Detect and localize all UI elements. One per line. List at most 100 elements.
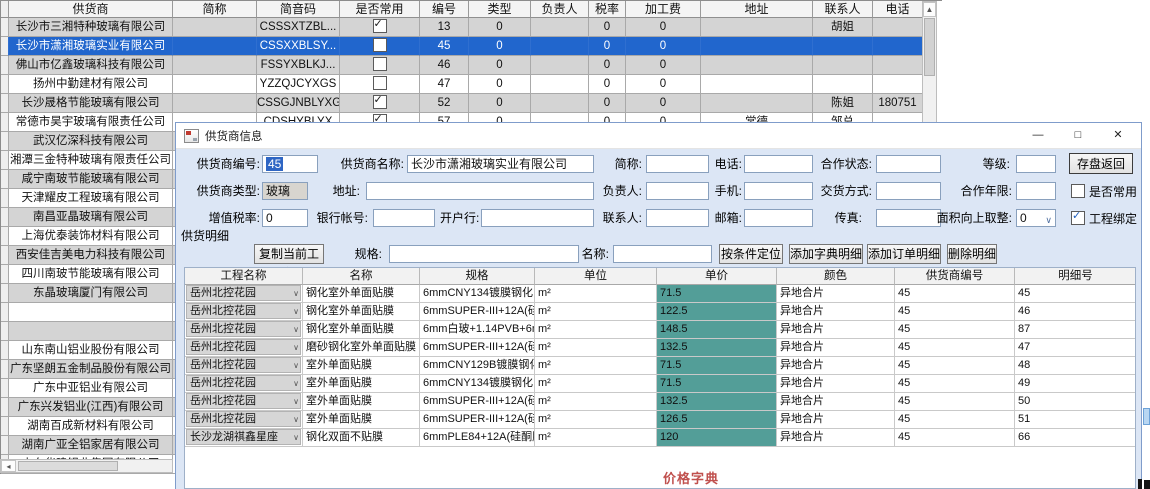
grid-row[interactable]: 岳州北控花园∨室外单面贴膜6mmCNY129B镀膜钢化m²71.5异地合片454… <box>185 357 1135 375</box>
grid-cell-detail_no[interactable]: 66 <box>1015 429 1136 447</box>
chevron-down-icon[interactable]: ∨ <box>293 323 299 337</box>
bank_branch-input[interactable] <box>481 209 594 227</box>
grid-cell-spec[interactable]: 6mm白玻+1.14PVB+6mm... <box>420 321 535 339</box>
grid-cell-color[interactable]: 异地合片 <box>777 321 895 339</box>
grid-cell-detail_no[interactable]: 45 <box>1015 285 1136 303</box>
table-row[interactable]: 长沙市潇湘玻璃实业有限公司CSSXXBLSY...45000 <box>1 37 942 56</box>
grid-cell-unit[interactable]: m² <box>535 357 657 375</box>
vscroll-thumb[interactable] <box>924 18 935 76</box>
project-combobox[interactable]: 岳州北控花园∨ <box>186 339 301 355</box>
grid-cell-price[interactable]: 120 <box>657 429 777 447</box>
grid-row[interactable]: 岳州北控花园∨室外单面贴膜6mmSUPER-III+12A(硅...m²132.… <box>185 393 1135 411</box>
grid-cell-spec[interactable]: 6mmSUPER-III+12A(硅... <box>420 339 535 357</box>
chevron-down-icon[interactable]: ∨ <box>293 377 299 391</box>
grid-cell-price[interactable]: 148.5 <box>657 321 777 339</box>
grid-cell-project[interactable]: 岳州北控花园∨ <box>185 303 303 321</box>
checked-checkbox-icon[interactable] <box>373 95 387 109</box>
grid-cell-spec[interactable]: 6mmCNY129B镀膜钢化 <box>420 357 535 375</box>
grid-cell-detail_no[interactable]: 47 <box>1015 339 1136 357</box>
delivery_method-input[interactable] <box>876 182 941 200</box>
checked-checkbox-icon[interactable] <box>373 19 387 33</box>
grid-row[interactable]: 岳州北控花园∨室外单面贴膜6mmCNY134镀膜钢化m²71.5异地合片4549 <box>185 375 1135 393</box>
grid-cell-name[interactable]: 室外单面贴膜 <box>303 393 420 411</box>
grid-cell-project[interactable]: 岳州北控花园∨ <box>185 339 303 357</box>
minimize-icon[interactable]: — <box>1021 123 1055 147</box>
coop_years-input[interactable] <box>1016 182 1056 200</box>
grid-cell-supplier_no[interactable]: 45 <box>895 357 1015 375</box>
col-header-no[interactable]: 编号 <box>420 1 469 18</box>
chevron-down-icon[interactable]: ∨ <box>293 413 299 427</box>
project-combobox[interactable]: 岳州北控花园∨ <box>186 375 301 391</box>
behind-scroll-thumb[interactable] <box>1143 408 1150 425</box>
grid-cell-color[interactable]: 异地合片 <box>777 303 895 321</box>
grid-col-header-detail_no[interactable]: 明细号 <box>1015 268 1136 285</box>
area_round_up-dropdown[interactable]: 0 <box>1016 209 1056 227</box>
supplier-table-hscrollbar[interactable]: ◂ <box>0 459 173 473</box>
grid-col-header-color[interactable]: 颜色 <box>777 268 895 285</box>
grid-cell-price[interactable]: 122.5 <box>657 303 777 321</box>
maximize-icon[interactable]: □ <box>1061 123 1095 147</box>
abbr-input[interactable] <box>646 155 709 173</box>
is_common-checkbox[interactable]: 是否常用 <box>1071 182 1137 200</box>
grid-cell-color[interactable]: 异地合片 <box>777 375 895 393</box>
project_bind-checkbox[interactable]: 工程绑定 <box>1071 209 1137 227</box>
unchecked-checkbox-icon[interactable] <box>373 57 387 71</box>
grid-cell-spec[interactable]: 6mmSUPER-III+12A(硅... <box>420 393 535 411</box>
chevron-down-icon[interactable]: ∨ <box>293 359 299 373</box>
grid-cell-detail_no[interactable]: 49 <box>1015 375 1136 393</box>
grid-cell-price[interactable]: 132.5 <box>657 393 777 411</box>
project-combobox[interactable]: 岳州北控花园∨ <box>186 411 301 427</box>
col-header-common[interactable]: 是否常用 <box>340 1 420 18</box>
add-order-detail-button[interactable]: 添加订单明细 <box>867 244 941 264</box>
grid-cell-supplier_no[interactable]: 45 <box>895 393 1015 411</box>
col-header-contact[interactable]: 联系人 <box>813 1 873 18</box>
grid-cell-detail_no[interactable]: 46 <box>1015 303 1136 321</box>
grid-cell-color[interactable]: 异地合片 <box>777 339 895 357</box>
grid-cell-price[interactable]: 71.5 <box>657 357 777 375</box>
grid-cell-unit[interactable]: m² <box>535 411 657 429</box>
project-combobox[interactable]: 岳州北控花园∨ <box>186 285 301 301</box>
grid-cell-unit[interactable]: m² <box>535 339 657 357</box>
leader-input[interactable] <box>646 182 709 200</box>
table-row[interactable]: 扬州中勤建材有限公司YZZQJCYXGS47000 <box>1 75 942 94</box>
chevron-down-icon[interactable]: ∨ <box>293 395 299 409</box>
grid-cell-detail_no[interactable]: 50 <box>1015 393 1136 411</box>
hscroll-thumb[interactable] <box>18 461 118 471</box>
grid-cell-unit[interactable]: m² <box>535 393 657 411</box>
project-combobox[interactable]: 长沙龙湖祺鑫星座∨ <box>186 429 301 445</box>
col-header-type[interactable]: 类型 <box>469 1 531 18</box>
col-header-phone[interactable]: 电话 <box>873 1 923 18</box>
delete-detail-button[interactable]: 删除明细 <box>947 244 997 264</box>
copy-current-project-button[interactable]: 复制当前工程 <box>254 244 324 264</box>
grid-row[interactable]: 长沙龙湖祺鑫星座∨钢化双面不贴膜6mmPLE84+12A(硅酮胶...m²120… <box>185 429 1135 447</box>
grid-cell-spec[interactable]: 6mmPLE84+12A(硅酮胶... <box>420 429 535 447</box>
email-input[interactable] <box>744 209 813 227</box>
grid-col-header-spec[interactable]: 规格 <box>420 268 535 285</box>
grid-cell-unit[interactable]: m² <box>535 375 657 393</box>
project-combobox[interactable]: 岳州北控花园∨ <box>186 303 301 319</box>
grid-col-header-price[interactable]: 单价 <box>657 268 777 285</box>
grid-cell-supplier_no[interactable]: 45 <box>895 285 1015 303</box>
chevron-down-icon[interactable]: ∨ <box>293 287 299 301</box>
grid-cell-price[interactable]: 71.5 <box>657 285 777 303</box>
grid-cell-name[interactable]: 钢化室外单面贴膜 <box>303 285 420 303</box>
grid-row[interactable]: 岳州北控花园∨钢化室外单面贴膜6mmSUPER-III+12A(硅...m²12… <box>185 303 1135 321</box>
grid-cell-color[interactable]: 异地合片 <box>777 393 895 411</box>
grid-row[interactable]: 岳州北控花园∨钢化室外单面贴膜6mm白玻+1.14PVB+6mm...m²148… <box>185 321 1135 339</box>
grid-cell-color[interactable]: 异地合片 <box>777 429 895 447</box>
grid-cell-supplier_no[interactable]: 45 <box>895 321 1015 339</box>
supplier_no-input[interactable]: 45 <box>262 155 318 173</box>
col-header-supplier[interactable]: 供货商 <box>9 1 173 18</box>
add-dictionary-detail-button[interactable]: 添加字典明细 <box>789 244 863 264</box>
grid-cell-name[interactable]: 钢化双面不贴膜 <box>303 429 420 447</box>
grid-col-header-name[interactable]: 名称 <box>303 268 420 285</box>
grid-cell-supplier_no[interactable]: 45 <box>895 339 1015 357</box>
grid-cell-name[interactable]: 室外单面贴膜 <box>303 411 420 429</box>
grid-cell-project[interactable]: 长沙龙湖祺鑫星座∨ <box>185 429 303 447</box>
chevron-down-icon[interactable]: ∨ <box>293 431 299 445</box>
vat_rate-input[interactable]: 0 <box>262 209 308 227</box>
grid-cell-detail_no[interactable]: 48 <box>1015 357 1136 375</box>
locate-by-condition-button[interactable]: 按条件定位 <box>719 244 783 264</box>
project-combobox[interactable]: 岳州北控花园∨ <box>186 321 301 337</box>
supplier_name-input[interactable]: 长沙市潇湘玻璃实业有限公司 <box>407 155 594 173</box>
